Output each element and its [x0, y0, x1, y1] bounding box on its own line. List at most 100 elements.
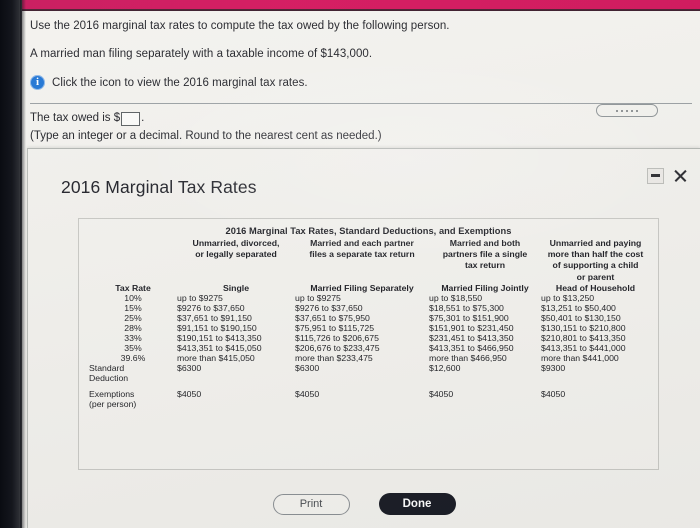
- label-line: Exemptions: [89, 388, 135, 399]
- description-line: Married and both: [449, 238, 521, 248]
- cell-rate: 33%: [124, 332, 142, 343]
- table-row: 10% up to $9275 up to $9275 up to $18,55…: [89, 293, 650, 303]
- more-options-button[interactable]: [596, 104, 658, 117]
- cell-single: $4050: [177, 388, 202, 399]
- dot-icon: [621, 109, 623, 112]
- cell-single: up to $9275: [177, 292, 223, 303]
- table-row: 25% $37,651 to $91,150 $37,651 to $75,95…: [89, 313, 650, 323]
- minimize-icon[interactable]: [647, 167, 664, 184]
- cell-label-exemptions: Exemptions (per person): [89, 389, 177, 410]
- description-line: or parent: [576, 271, 615, 282]
- dot-icon: [616, 109, 618, 112]
- description-line: of supporting a child: [552, 260, 639, 271]
- table-row: 39.6% more than $415,050 more than $233,…: [89, 353, 650, 363]
- dot-icon: [636, 109, 638, 112]
- description-line: Unmarried and paying: [549, 238, 642, 248]
- description-line: Unmarried, divorced,: [192, 238, 280, 248]
- description-empty: [89, 238, 177, 283]
- cell-mfs: more than $233,475: [295, 352, 373, 363]
- cell-mfj: up to $18,550: [429, 292, 483, 303]
- table-row: 15% $9276 to $37,650 $9276 to $37,650 $1…: [89, 303, 650, 313]
- cell-mfs: $37,651 to $75,950: [295, 312, 370, 323]
- cell-mfs: $9276 to $37,650: [295, 302, 363, 313]
- column-header-mfs: Married Filing Separately: [310, 282, 414, 293]
- cell-mfs: $75,951 to $115,725: [295, 322, 375, 333]
- label-line: (per person): [89, 399, 137, 410]
- cell-mfj: $12,600: [429, 362, 461, 373]
- table-header-row: Tax Rate Single Married Filing Separatel…: [89, 283, 650, 293]
- cell-single: $6300: [177, 362, 202, 373]
- column-header-single: Single: [222, 282, 250, 293]
- tax-rates-table-panel: 2016 Marginal Tax Rates, Standard Deduct…: [78, 218, 659, 470]
- section-divider: [30, 103, 692, 104]
- window-controls: [647, 167, 689, 184]
- description-single: Unmarried, divorced, or legally separate…: [177, 238, 295, 283]
- cell-hoh: $130,151 to $210,800: [541, 322, 626, 333]
- answer-hint: (Type an integer or a decimal. Round to …: [30, 130, 382, 142]
- cell-rate: 28%: [124, 322, 142, 333]
- dot-icon: [626, 109, 628, 112]
- screen-bezel-left: [0, 0, 26, 528]
- cell-single: $91,151 to $190,150: [177, 322, 257, 333]
- cell-mfs: $6300: [295, 362, 320, 373]
- print-button[interactable]: Print: [272, 493, 350, 515]
- column-header-tax-rate: Tax Rate: [115, 282, 151, 293]
- page-surface: Use the 2016 marginal tax rates to compu…: [16, 11, 700, 528]
- cell-hoh: $413,351 to $441,000: [541, 342, 626, 353]
- table-row: 33% $190,151 to $413,350 $115,726 to $20…: [89, 333, 650, 343]
- description-line: more than half the cost: [547, 249, 644, 260]
- column-header-hoh: Head of Household: [555, 282, 636, 293]
- cell-single: $9276 to $37,650: [177, 302, 245, 313]
- cell-single: more than $415,050: [177, 352, 255, 363]
- description-mfj: Married and both partners file a single …: [429, 238, 541, 283]
- cell-mfj: $4050: [429, 388, 454, 399]
- done-button[interactable]: Done: [378, 493, 456, 515]
- cell-hoh: $210,801 to $413,350: [541, 332, 626, 343]
- cell-mfj: $75,301 to $151,900: [429, 312, 509, 323]
- cell-hoh: $9300: [541, 362, 566, 373]
- view-rates-link-label[interactable]: Click the icon to view the 2016 marginal…: [52, 76, 308, 90]
- cell-single: $37,651 to $91,150: [177, 312, 252, 323]
- cell-rate: 25%: [124, 312, 142, 323]
- column-header-mfj: Married Filing Jointly: [441, 282, 529, 293]
- table-description-row: Unmarried, divorced, or legally separate…: [89, 238, 650, 283]
- answer-suffix-label: .: [141, 112, 145, 124]
- label-line: Deduction: [89, 373, 129, 384]
- modal-footer: Print Done: [28, 493, 700, 515]
- tax-rates-modal: 2016 Marginal Tax Rates 2016 Marginal Ta…: [27, 148, 700, 528]
- answer-row: The tax owed is $ .: [30, 111, 382, 126]
- problem-scenario: A married man filing separately with a t…: [30, 48, 373, 60]
- cell-mfs: $115,726 to $206,675: [295, 332, 379, 343]
- answer-input[interactable]: [121, 111, 141, 126]
- cell-mfj: more than $466,950: [429, 352, 507, 363]
- table-title: 2016 Marginal Tax Rates, Standard Deduct…: [225, 226, 512, 236]
- answer-area: The tax owed is $ . (Type an integer or …: [30, 111, 382, 144]
- cell-mfj: $151,901 to $231,450: [429, 322, 514, 333]
- cell-hoh: $13,251 to $50,400: [541, 302, 616, 313]
- info-icon[interactable]: i: [30, 75, 45, 90]
- dot-icon: [631, 109, 633, 112]
- label-line: Standard: [89, 362, 125, 373]
- screen-photo: Use the 2016 marginal tax rates to compu…: [0, 0, 700, 528]
- answer-prefix-label: The tax owed is $: [30, 112, 121, 124]
- cell-rate: 10%: [124, 292, 142, 303]
- problem-instruction: Use the 2016 marginal tax rates to compu…: [30, 20, 450, 32]
- cell-mfj: $413,351 to $466,950: [429, 342, 514, 353]
- cell-hoh: $50,401 to $130,150: [541, 312, 621, 323]
- cell-label-standard-deduction: Standard Deduction: [89, 363, 177, 384]
- cell-mfs: $4050: [295, 388, 320, 399]
- cell-mfs: up to $9275: [295, 292, 341, 303]
- modal-title: 2016 Marginal Tax Rates: [61, 177, 257, 197]
- description-line: Married and each partner: [310, 238, 414, 248]
- cell-rate: 35%: [124, 342, 142, 353]
- tax-rates-table: Unmarried, divorced, or legally separate…: [89, 238, 650, 410]
- view-rates-link-row[interactable]: i Click the icon to view the 2016 margin…: [30, 75, 686, 90]
- description-line: or legally separated: [195, 249, 277, 260]
- description-mfs: Married and each partner files a separat…: [295, 238, 429, 283]
- close-icon[interactable]: [672, 167, 689, 184]
- description-line: partners file a single: [442, 249, 528, 260]
- cell-hoh: more than $441,000: [541, 352, 619, 363]
- cell-hoh: $4050: [541, 388, 566, 399]
- cell-rate: 39.6%: [120, 352, 146, 363]
- accent-band: [16, 0, 700, 9]
